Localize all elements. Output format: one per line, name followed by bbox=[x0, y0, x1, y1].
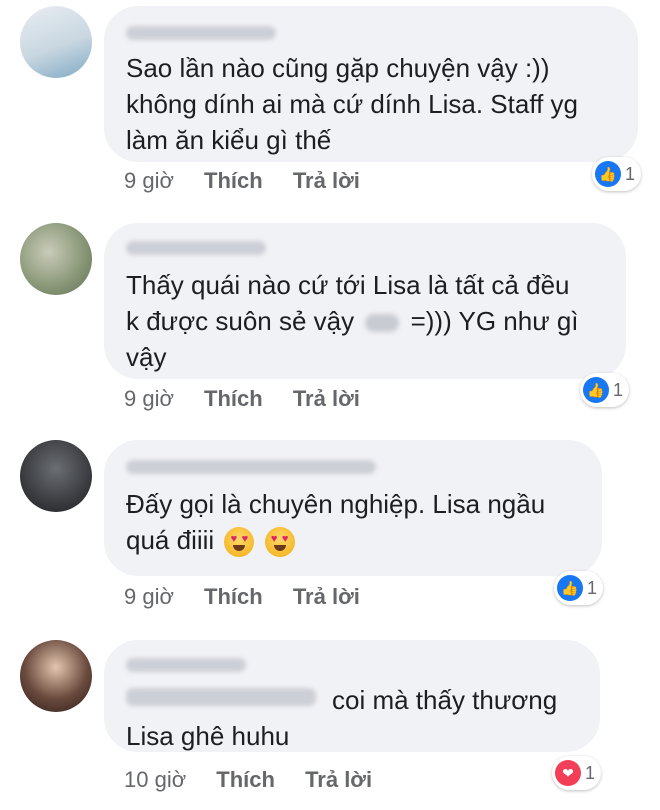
commenter-avatar[interactable] bbox=[20, 223, 92, 295]
reaction-badge[interactable]: ❤ 1 bbox=[552, 756, 602, 790]
comment-line: Sao lần nào cũng gặp chuyện vậy :)) bbox=[126, 53, 550, 83]
redacted-commenter-name[interactable] bbox=[126, 241, 266, 255]
reaction-count: 1 bbox=[625, 163, 636, 184]
comment-time[interactable]: 9 giờ bbox=[124, 386, 174, 411]
redacted-commenter-name[interactable] bbox=[126, 26, 276, 40]
like-link[interactable]: Thích bbox=[204, 168, 263, 193]
reaction-badge[interactable]: 👍 1 bbox=[592, 157, 642, 191]
reply-link[interactable]: Trả lời bbox=[305, 767, 372, 792]
reply-link[interactable]: Trả lời bbox=[293, 168, 360, 193]
reaction-count: 1 bbox=[585, 762, 596, 783]
comment-bubble: Đấy gọi là chuyên nghiệp. Lisa ngầu quá … bbox=[104, 440, 602, 576]
comment-meta: 9 giờ Thích Trả lời bbox=[124, 584, 384, 610]
like-link[interactable]: Thích bbox=[216, 767, 275, 792]
reply-link[interactable]: Trả lời bbox=[293, 584, 360, 609]
comment-time[interactable]: 9 giờ bbox=[124, 584, 174, 609]
thumbs-up-icon: 👍 bbox=[557, 575, 583, 601]
comment-line: coi mà thấy thương bbox=[332, 685, 558, 715]
comment-meta: 10 giờ Thích Trả lời bbox=[124, 767, 396, 793]
comment-line: vậy bbox=[126, 342, 167, 372]
commenter-avatar[interactable] bbox=[20, 6, 92, 78]
redacted-commenter-name[interactable] bbox=[126, 658, 246, 672]
comment-text: Sao lần nào cũng gặp chuyện vậy :)) khôn… bbox=[126, 50, 578, 158]
comment-line: không dính ai mà cứ dính Lisa. Staff yg bbox=[126, 89, 578, 119]
reaction-count: 1 bbox=[613, 379, 624, 400]
comment-time[interactable]: 10 giờ bbox=[124, 767, 186, 792]
like-link[interactable]: Thích bbox=[204, 386, 263, 411]
comment-meta: 9 giờ Thích Trả lời bbox=[124, 168, 384, 194]
comment-line: Lisa ghê huhu bbox=[126, 721, 290, 751]
redacted-commenter-name[interactable] bbox=[126, 460, 376, 474]
comment-text: Đấy gọi là chuyên nghiệp. Lisa ngầu quá … bbox=[126, 486, 545, 558]
comment-bubble: coi mà thấy thương Lisa ghê huhu bbox=[104, 640, 600, 752]
comment-line: k được suôn sẻ vậy =))) YG như gì bbox=[126, 303, 579, 339]
comment-line: quá điiii ♥ ♥ ♥ ♥ bbox=[126, 522, 545, 558]
commenter-avatar[interactable] bbox=[20, 440, 92, 512]
commenter-avatar[interactable] bbox=[20, 640, 92, 712]
heart-icon: ❤ bbox=[555, 760, 581, 786]
comment-line-part: quá điiii bbox=[126, 525, 215, 555]
comment-line: làm ăn kiểu gì thế bbox=[126, 125, 332, 155]
comment-bubble: Thấy quái nào cứ tới Lisa là tất cả đều … bbox=[104, 223, 626, 379]
heart-eyes-emoji: ♥ ♥ bbox=[264, 527, 295, 558]
comment-time[interactable]: 9 giờ bbox=[124, 168, 174, 193]
like-link[interactable]: Thích bbox=[204, 584, 263, 609]
comment-line-part: =))) YG như gì bbox=[410, 306, 579, 336]
comment-text: Thấy quái nào cứ tới Lisa là tất cả đều … bbox=[126, 267, 579, 375]
comment-bubble: Sao lần nào cũng gặp chuyện vậy :)) khôn… bbox=[104, 6, 638, 162]
reaction-badge[interactable]: 👍 1 bbox=[580, 373, 630, 407]
heart-eyes-emoji: ♥ ♥ bbox=[224, 527, 255, 558]
comment-meta: 9 giờ Thích Trả lời bbox=[124, 386, 384, 412]
thumbs-up-icon: 👍 bbox=[595, 161, 621, 187]
comment-line: Đấy gọi là chuyên nghiệp. Lisa ngầu bbox=[126, 489, 546, 519]
reaction-badge[interactable]: 👍 1 bbox=[554, 571, 604, 605]
redacted-word bbox=[365, 314, 400, 333]
comment-line: Thấy quái nào cứ tới Lisa là tất cả đều bbox=[126, 270, 570, 300]
comment-text: coi mà thấy thương Lisa ghê huhu bbox=[126, 682, 557, 754]
reply-link[interactable]: Trả lời bbox=[293, 386, 360, 411]
comment-line-part: k được suôn sẻ vậy bbox=[126, 306, 355, 336]
thumbs-up-icon: 👍 bbox=[583, 377, 609, 403]
reaction-count: 1 bbox=[587, 577, 598, 598]
